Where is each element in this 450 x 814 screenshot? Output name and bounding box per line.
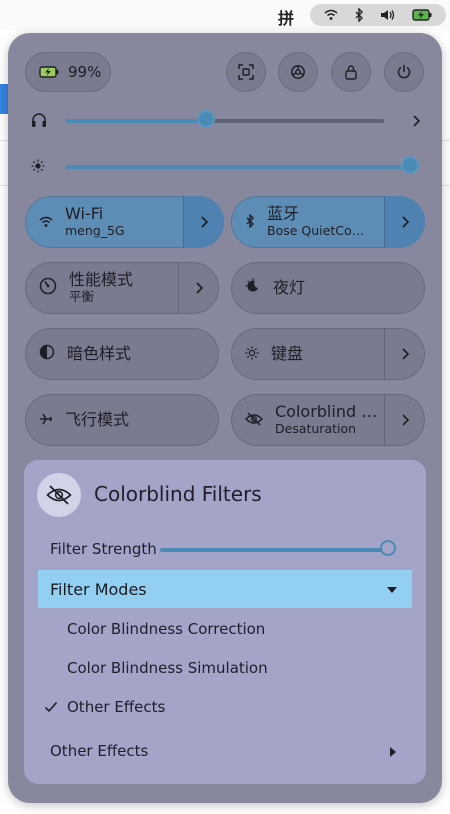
- eye-slash-icon: [245, 411, 263, 430]
- battery-percentage: 99%: [68, 63, 102, 81]
- colorblind-tile[interactable]: Colorblind … Desaturation: [231, 394, 425, 446]
- bluetooth-expand-button[interactable]: [384, 196, 425, 248]
- night-light-label: 夜灯: [273, 278, 306, 297]
- power-mode-expand-button[interactable]: [178, 262, 219, 314]
- power-mode-label: 性能模式: [69, 270, 134, 289]
- brightness-icon: [31, 158, 45, 177]
- colorblind-label: Colorblind …: [275, 402, 378, 421]
- volume-slider[interactable]: [66, 119, 384, 123]
- bluetooth-icon: [354, 8, 364, 22]
- background-app-button: [0, 84, 8, 114]
- wifi-label: Wi-Fi: [65, 204, 104, 223]
- chevron-right-icon[interactable]: [411, 113, 421, 132]
- mode-color-blindness-correction[interactable]: Color Blindness Correction: [67, 620, 265, 638]
- keyboard-tile[interactable]: 键盘: [231, 328, 425, 380]
- dark-style-label: 暗色样式: [67, 344, 132, 363]
- bluetooth-icon: [245, 212, 255, 232]
- volume-slider-row: [25, 108, 425, 134]
- wifi-icon: [324, 9, 338, 21]
- mode-other-effects[interactable]: Other Effects: [67, 698, 165, 716]
- screenshot-button[interactable]: [226, 52, 266, 92]
- airplane-icon: [39, 411, 53, 430]
- colorblind-expand-button[interactable]: [384, 394, 425, 446]
- filter-strength-label: Filter Strength: [50, 540, 157, 558]
- eye-slash-icon: [46, 485, 72, 505]
- chevron-right-icon: [201, 216, 209, 228]
- brightness-slider[interactable]: [66, 165, 410, 169]
- brightness-slider-knob[interactable]: [403, 158, 417, 172]
- volume-slider-knob[interactable]: [198, 112, 213, 126]
- colorblind-menu-icon: [37, 473, 81, 517]
- keyboard-brightness-icon: [245, 345, 259, 364]
- power-mode-tile[interactable]: 性能模式 平衡: [25, 262, 219, 314]
- chevron-right-icon: [402, 348, 410, 360]
- night-light-tile[interactable]: 夜灯: [231, 262, 425, 314]
- keyboard-expand-button[interactable]: [384, 328, 425, 380]
- chevron-right-icon: [402, 216, 410, 228]
- dark-style-icon: [39, 344, 55, 364]
- top-bar: 拼: [0, 0, 450, 30]
- night-light-icon: [245, 278, 261, 298]
- battery-status[interactable]: 99%: [25, 52, 111, 92]
- screenshot-icon: [238, 64, 254, 80]
- filter-modes-label: Filter Modes: [50, 579, 147, 599]
- chevron-right-icon: [402, 414, 410, 426]
- check-icon: [44, 701, 58, 713]
- filter-modes-header[interactable]: Filter Modes: [38, 570, 412, 608]
- chevron-right-icon: [196, 282, 204, 294]
- wifi-network-name: meng_5G: [65, 223, 125, 238]
- power-icon: [397, 65, 411, 79]
- settings-icon: [291, 65, 305, 79]
- brightness-slider-row: [25, 154, 425, 180]
- colorblind-menu-title: Colorblind Filters: [94, 482, 262, 506]
- caret-down-icon: [387, 587, 397, 593]
- battery-charging-icon: [39, 66, 59, 78]
- wifi-expand-button[interactable]: [183, 196, 224, 248]
- other-effects-submenu[interactable]: Other Effects: [50, 742, 148, 760]
- airplane-mode-label: 飞行模式: [65, 410, 130, 429]
- power-button[interactable]: [384, 52, 424, 92]
- speedometer-icon: [39, 277, 57, 299]
- wifi-icon: [39, 213, 53, 232]
- bluetooth-label: 蓝牙: [267, 204, 300, 223]
- settings-button[interactable]: [278, 52, 318, 92]
- bluetooth-device-name: Bose QuietCo…: [267, 223, 365, 238]
- airplane-mode-tile[interactable]: 飞行模式: [25, 394, 219, 446]
- headphones-icon: [31, 112, 47, 132]
- battery-charging-icon: [412, 9, 432, 21]
- caret-right-icon[interactable]: [389, 746, 397, 758]
- filter-strength-slider[interactable]: [160, 548, 388, 552]
- volume-icon: [380, 9, 396, 21]
- power-mode-value: 平衡: [69, 289, 95, 304]
- bluetooth-tile[interactable]: 蓝牙 Bose QuietCo…: [231, 196, 425, 248]
- mode-color-blindness-simulation[interactable]: Color Blindness Simulation: [67, 659, 268, 677]
- system-tray[interactable]: [310, 4, 446, 26]
- quick-settings-panel: 99% Wi-Fi meng_5G 蓝牙 Bose QuietCo… 性能模式 …: [8, 33, 442, 803]
- keyboard-label: 键盘: [271, 344, 304, 363]
- lock-icon: [345, 65, 357, 80]
- colorblind-filters-menu: Colorblind Filters Filter Strength Filte…: [24, 460, 426, 784]
- colorblind-value: Desaturation: [275, 421, 357, 436]
- input-method-indicator[interactable]: 拼: [278, 5, 294, 29]
- wifi-tile[interactable]: Wi-Fi meng_5G: [25, 196, 224, 248]
- lock-button[interactable]: [331, 52, 371, 92]
- filter-strength-knob[interactable]: [382, 542, 394, 554]
- dark-style-tile[interactable]: 暗色样式: [25, 328, 219, 380]
